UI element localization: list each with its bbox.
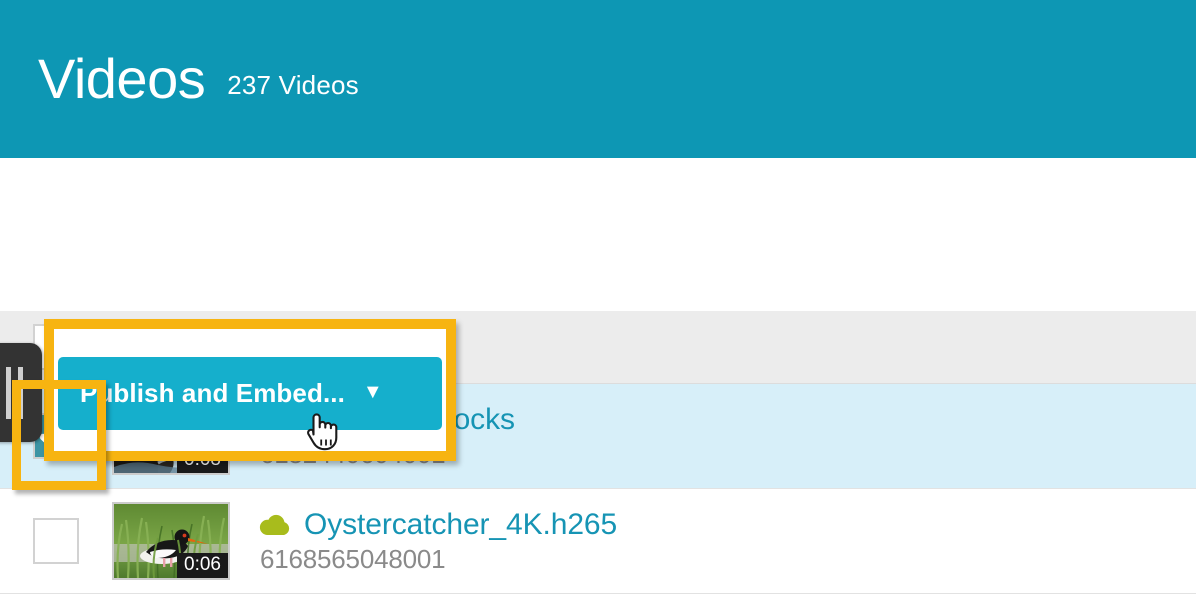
page-header: Videos 237 Videos — [0, 0, 1196, 158]
drag-grip-line — [6, 367, 11, 419]
video-id: 6168565048001 — [258, 544, 617, 575]
video-duration: 0:06 — [177, 553, 228, 578]
cloud-icon — [258, 513, 292, 537]
publish-and-embed-label: Publish and Embed... — [80, 378, 345, 409]
video-name-line: Oystercatcher_4K.h265 — [258, 508, 617, 542]
toolbar-drag-handle[interactable] — [0, 343, 42, 442]
video-info-cell: Oystercatcher_4K.h265 6168565048001 — [230, 508, 617, 575]
table-row[interactable]: 0:06 Oystercatcher_4K.h265 6168565048001 — [0, 489, 1196, 594]
video-thumbnail[interactable]: 0:06 — [112, 502, 230, 580]
row-select-cell — [0, 518, 112, 564]
page-title: Videos — [38, 51, 205, 107]
action-toolbar: Publish and Embed... ▼ Quick Edit Quick … — [0, 158, 1196, 311]
publish-and-embed-button[interactable]: Publish and Embed... ▼ — [58, 357, 442, 430]
row-checkbox[interactable] — [33, 518, 79, 564]
chevron-down-icon: ▼ — [363, 381, 383, 404]
videos-page: Videos 237 Videos Publish and Embed... ▼… — [0, 0, 1196, 602]
video-count-label: 237 Videos — [227, 70, 359, 101]
drag-grip-line — [18, 367, 23, 419]
video-name-link[interactable]: Oystercatcher_4K.h265 — [304, 508, 617, 542]
